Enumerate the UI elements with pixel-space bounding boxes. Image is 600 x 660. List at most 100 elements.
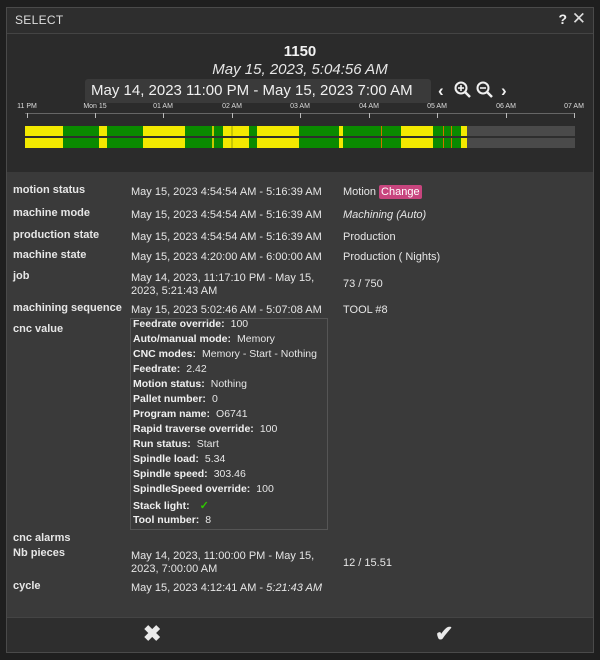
detail-value: May 15, 2023 4:20:00 AM - 6:00:00 AM xyxy=(131,251,322,263)
range-text: May 14, 2023 11:00 PM - May 15, 2023 7:0… xyxy=(91,82,413,99)
cnc-item: Program name: O6741 xyxy=(133,408,248,420)
chevron-left-icon[interactable]: ‹ xyxy=(438,81,444,101)
timeline-marker xyxy=(451,126,452,148)
detail-value-line: 2023, 7:00:00 AM xyxy=(131,563,218,575)
detail-value-line: 2023, 5:21:43 AM xyxy=(131,285,218,297)
cnc-item: Feedrate: 2.42 xyxy=(133,363,207,375)
cnc-item: Pallet number: 0 xyxy=(133,393,218,405)
timeline-segment[interactable] xyxy=(63,126,99,148)
detail-value-line: May 14, 2023, 11:00:00 PM - May 15, xyxy=(131,550,315,562)
cancel-button[interactable]: ✖ xyxy=(143,621,161,647)
timeline-segment[interactable] xyxy=(461,126,467,148)
detail-label: production state xyxy=(13,229,100,241)
change-button[interactable]: Change xyxy=(379,185,422,199)
timeline-segment[interactable] xyxy=(223,126,249,148)
timeline-segment[interactable] xyxy=(25,126,63,148)
detail-value: May 15, 2023 4:12:41 AM - 5:21:43 AM xyxy=(131,582,322,594)
detail-label: machining sequence xyxy=(13,302,122,314)
tick-label: 04 AM xyxy=(359,103,379,110)
detail-label: cycle xyxy=(13,580,41,592)
timeline-segment[interactable] xyxy=(99,126,107,148)
detail-value: May 14, 2023, 11:00:00 PM - May 15, 2023,… xyxy=(131,550,314,576)
detail-value: May 15, 2023 5:02:46 AM - 5:07:08 AM xyxy=(131,304,322,316)
timeline-marker xyxy=(443,126,444,148)
tick-label: 05 AM xyxy=(427,103,447,110)
timeline-segment[interactable] xyxy=(143,126,185,148)
tick-label: 03 AM xyxy=(290,103,310,110)
state-timeline[interactable] xyxy=(25,126,575,148)
tick-mark xyxy=(369,113,370,118)
timeline-segment[interactable] xyxy=(343,126,401,148)
detail-extra: Machining (Auto) xyxy=(343,209,427,221)
detail-extra: Motion Change xyxy=(343,185,422,199)
timeline-segment[interactable] xyxy=(185,126,223,148)
detail-label: Nb pieces xyxy=(13,547,65,559)
tick-label: 01 AM xyxy=(153,103,173,110)
select-dialog: SELECT ? ✕ 1150 May 15, 2023, 5:04:56 AM… xyxy=(6,7,594,653)
tick-mark xyxy=(574,113,575,118)
cnc-item: Spindle speed: 303.46 xyxy=(133,468,246,480)
timeline-marker xyxy=(212,126,214,148)
stack-light-check-icon: ✓ xyxy=(199,500,209,512)
cnc-item: Feedrate override: 100 xyxy=(133,318,249,330)
dialog-footer: ✖ ✔ xyxy=(7,617,593,652)
detail-extra: 12 / 15.51 xyxy=(343,557,392,569)
chevron-right-icon[interactable]: › xyxy=(501,81,507,101)
tick-label: 02 AM xyxy=(222,103,242,110)
dialog-title: SELECT xyxy=(15,13,64,27)
range-box[interactable]: May 14, 2023 11:00 PM - May 15, 2023 7:0… xyxy=(85,79,431,103)
detail-value: May 15, 2023 4:54:54 AM - 5:16:39 AM xyxy=(131,186,322,198)
timeline-segment[interactable] xyxy=(107,126,143,148)
detail-label: job xyxy=(13,270,30,282)
help-icon[interactable]: ? xyxy=(558,11,567,27)
cnc-item: Motion status: Nothing xyxy=(133,378,247,390)
tick-mark xyxy=(300,113,301,118)
tick-mark xyxy=(506,113,507,118)
cnc-item: Tool number: 8 xyxy=(133,514,212,526)
timeline-segment[interactable] xyxy=(433,126,461,148)
tick-label: 07 AM xyxy=(564,103,584,110)
tick-mark xyxy=(232,113,233,118)
timeline-segment[interactable] xyxy=(299,126,339,148)
cnc-item: Rapid traverse override: 100 xyxy=(133,423,278,435)
detail-label: cnc value xyxy=(13,323,64,335)
confirm-button[interactable]: ✔ xyxy=(435,621,453,647)
cnc-item: SpindleSpeed override: 100 xyxy=(133,483,274,495)
detail-extra: Production ( Nights) xyxy=(343,251,441,263)
detail-label: machine mode xyxy=(13,207,91,219)
tick-mark xyxy=(95,113,96,118)
cnc-item: CNC modes: Memory - Start - Nothing xyxy=(133,348,317,360)
tick-mark xyxy=(27,113,28,118)
zoom-in-icon[interactable] xyxy=(454,81,472,104)
timeline-segment[interactable] xyxy=(401,126,433,148)
time-axis: 11 PM Mon 15 01 AM 02 AM 03 AM 04 AM 05 … xyxy=(17,103,584,123)
tick-label: Mon 15 xyxy=(83,103,107,110)
detail-value: May 15, 2023 4:54:54 AM - 5:16:39 AM xyxy=(131,209,322,221)
timeline-segment[interactable] xyxy=(257,126,299,148)
record-id: 1150 xyxy=(283,43,317,60)
tick-label: 06 AM xyxy=(496,103,516,110)
close-icon[interactable]: ✕ xyxy=(572,9,586,29)
zoom-out-icon[interactable] xyxy=(476,81,494,104)
detail-label: machine state xyxy=(13,249,87,261)
dialog-titlebar: SELECT ? ✕ xyxy=(7,8,593,34)
timeline-header: 1150 May 15, 2023, 5:04:56 AM May 14, 20… xyxy=(7,34,593,172)
detail-extra: 73 / 750 xyxy=(343,278,383,290)
cnc-item: Run status: Start xyxy=(133,438,219,450)
detail-value: May 15, 2023 4:54:54 AM - 5:16:39 AM xyxy=(131,231,322,243)
tick-label: 11 PM xyxy=(17,103,37,110)
cnc-item-stack-light: Stack light: ✓ xyxy=(133,500,209,512)
detail-label: motion status xyxy=(13,184,86,196)
selected-datetime: May 15, 2023, 5:04:56 AM xyxy=(212,61,388,78)
timeline-segment[interactable] xyxy=(249,126,257,148)
detail-extra: TOOL #8 xyxy=(343,304,388,316)
detail-label: cnc alarms xyxy=(13,532,71,544)
timeline-marker xyxy=(231,126,233,148)
detail-value-line: May 14, 2023, 11:17:10 PM - May 15, xyxy=(131,272,315,284)
detail-extra: Production xyxy=(343,231,396,243)
timeline-marker xyxy=(381,126,382,148)
detail-value: May 14, 2023, 11:17:10 PM - May 15, 2023,… xyxy=(131,272,314,298)
tick-mark xyxy=(163,113,164,118)
tick-mark xyxy=(437,113,438,118)
cnc-item: Auto/manual mode: Memory xyxy=(133,333,275,345)
